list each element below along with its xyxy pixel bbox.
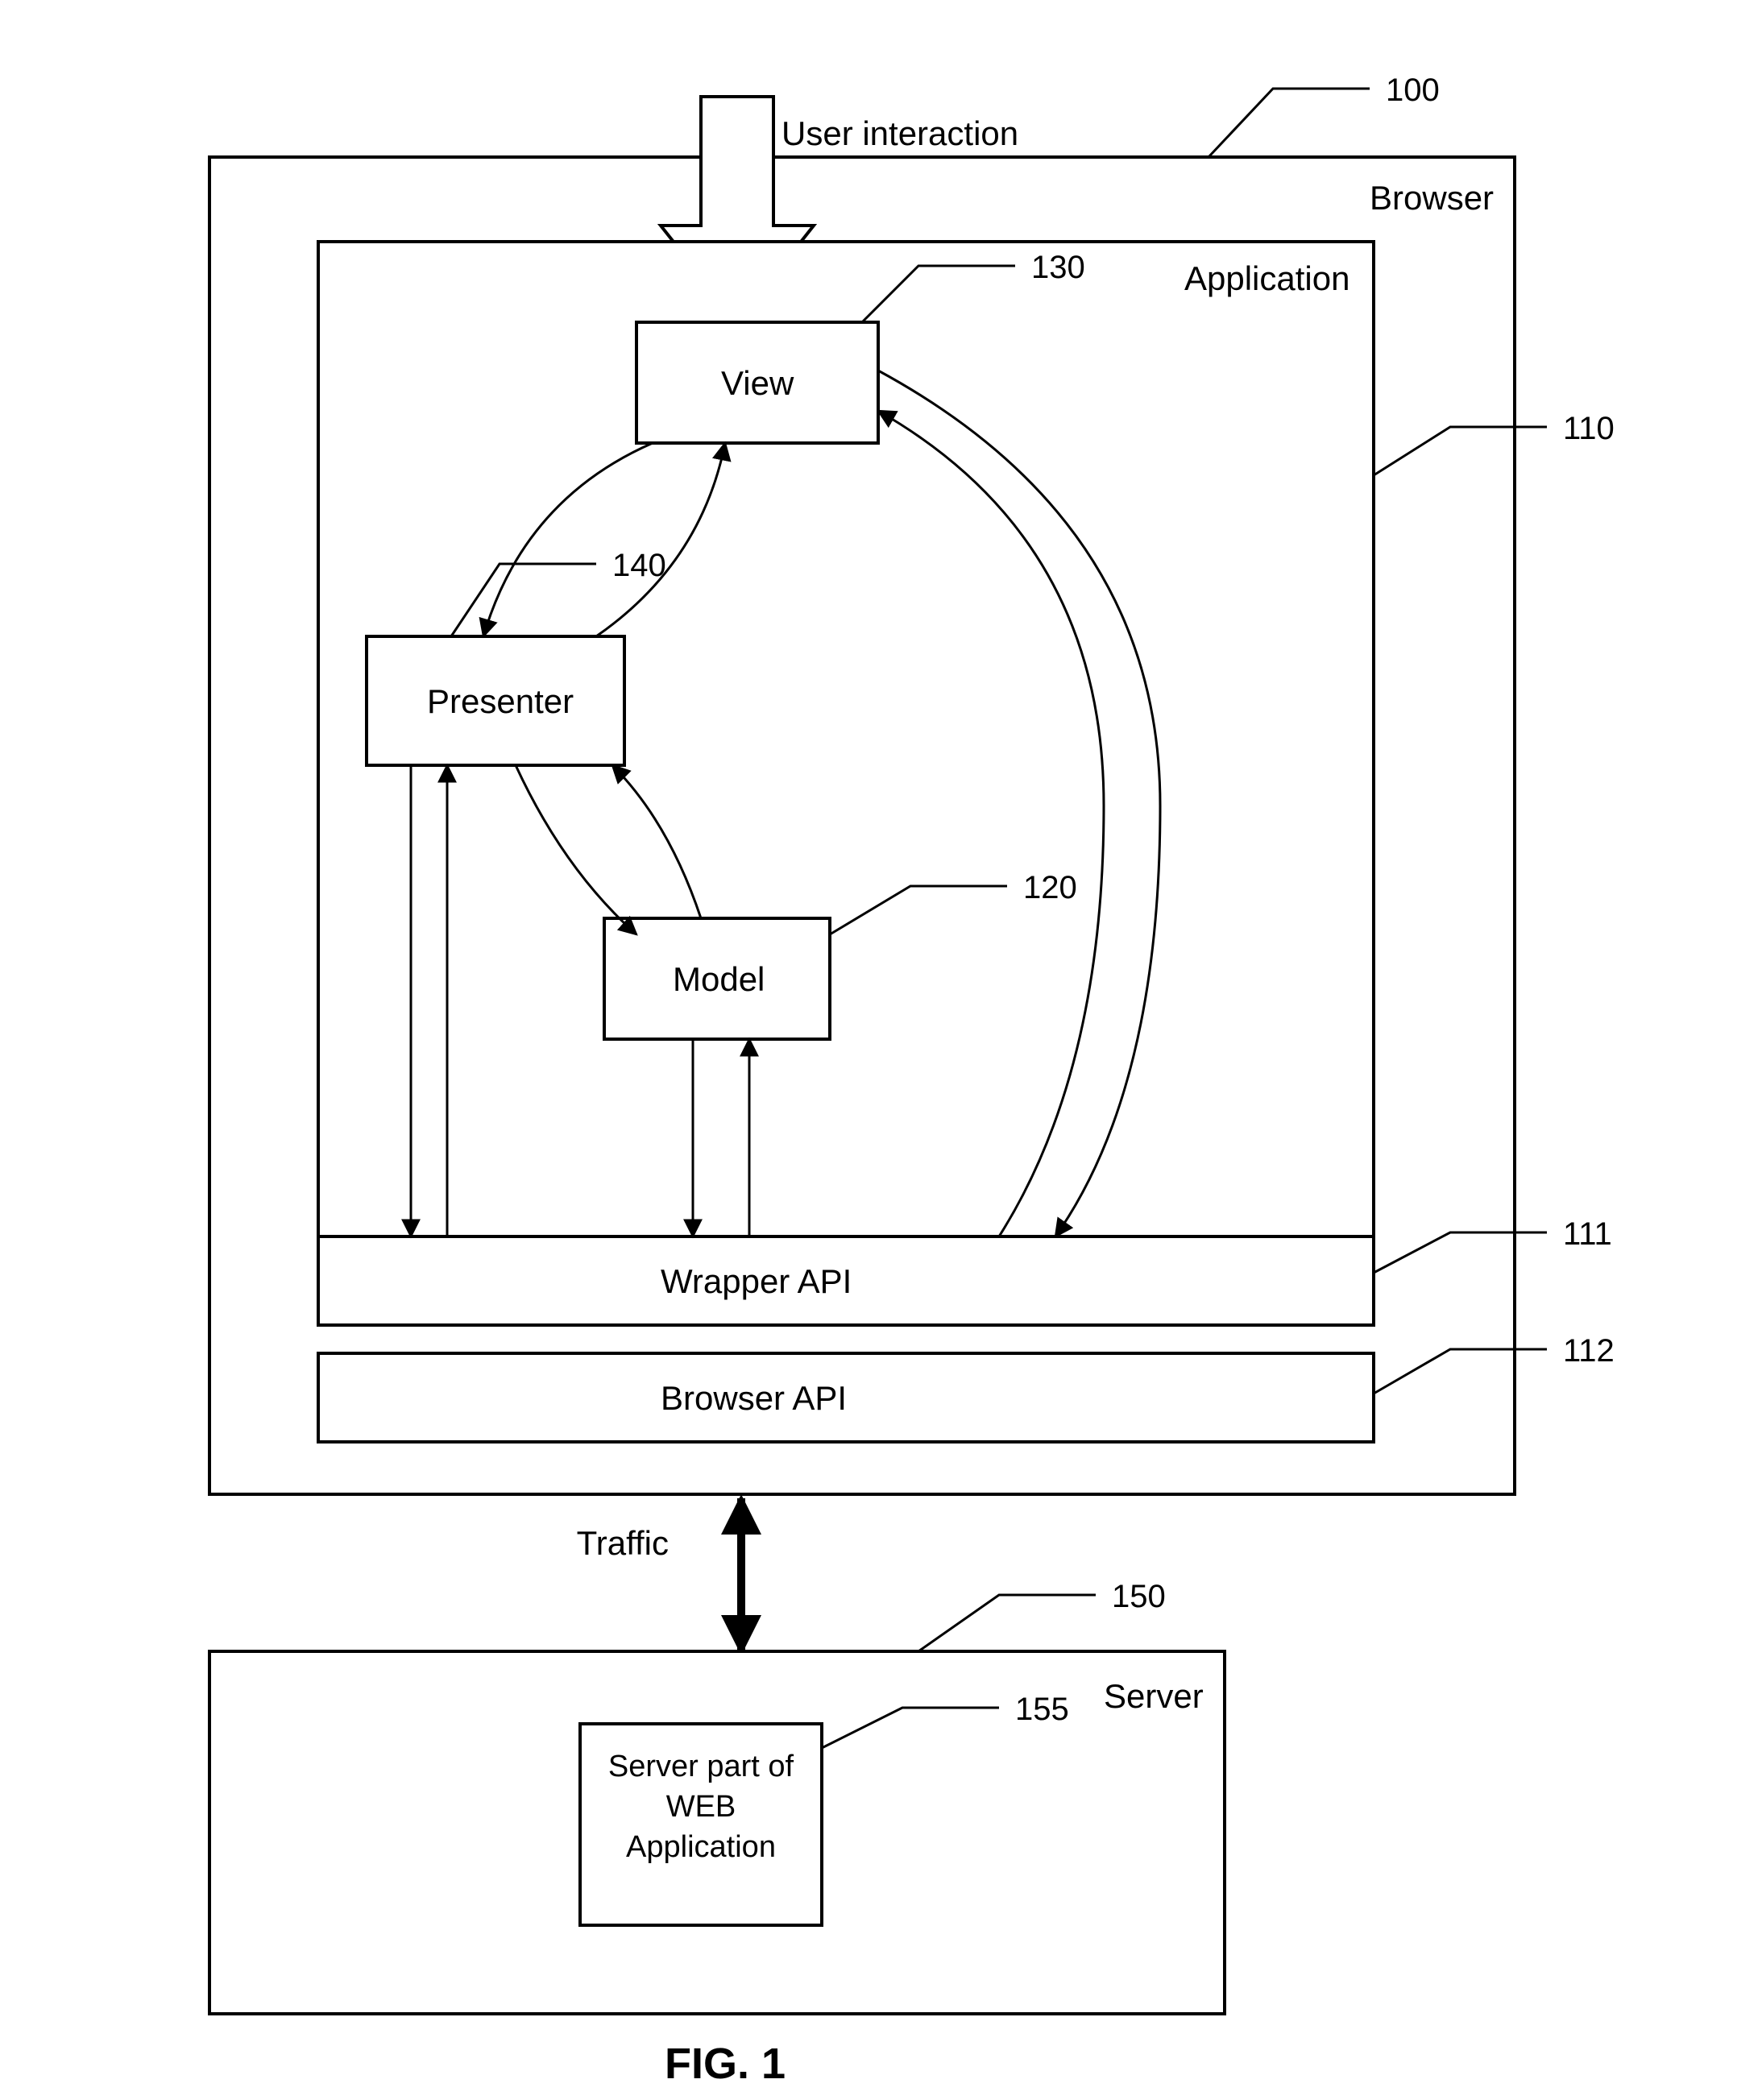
browser-api-label: Browser API	[661, 1379, 847, 1417]
wrapper-api-label: Wrapper API	[661, 1262, 852, 1300]
ref-150: 150	[918, 1579, 1166, 1651]
svg-text:130: 130	[1031, 250, 1085, 285]
svg-text:112: 112	[1563, 1333, 1615, 1369]
server-label: Server	[1104, 1677, 1204, 1715]
server-part-line1: Server part of	[608, 1750, 794, 1783]
server-part-line2: WEB	[666, 1790, 736, 1824]
presenter-label: Presenter	[427, 682, 574, 720]
svg-text:155: 155	[1015, 1692, 1069, 1727]
server-part-line3: Application	[626, 1830, 776, 1864]
user-interaction-label: User interaction	[781, 114, 1018, 152]
traffic-label: Traffic	[577, 1524, 669, 1562]
svg-text:110: 110	[1563, 411, 1615, 446]
svg-text:120: 120	[1023, 870, 1077, 905]
model-label: Model	[673, 960, 765, 998]
svg-text:150: 150	[1112, 1579, 1166, 1614]
application-label: Application	[1184, 259, 1349, 297]
view-label: View	[721, 364, 794, 402]
ref-100: 100	[1209, 72, 1440, 157]
figure-caption: FIG. 1	[665, 2040, 786, 2088]
svg-text:100: 100	[1386, 72, 1440, 108]
svg-text:140: 140	[612, 548, 666, 583]
browser-label: Browser	[1370, 179, 1494, 217]
svg-text:111: 111	[1563, 1216, 1612, 1252]
